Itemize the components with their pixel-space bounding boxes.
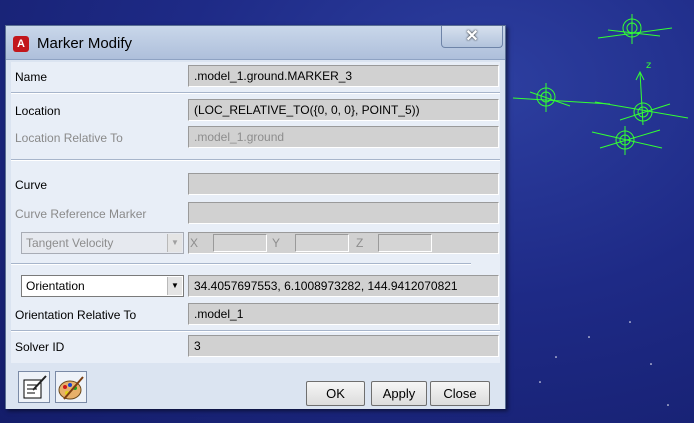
tangent-velocity-select[interactable]: Tangent Velocity ▼ bbox=[21, 232, 184, 254]
window-close-button[interactable]: ✕ bbox=[441, 26, 503, 48]
window-title: Marker Modify bbox=[37, 35, 133, 52]
palette-brush-icon bbox=[58, 376, 84, 400]
separator bbox=[11, 330, 500, 332]
tangent-velocity-value: Tangent Velocity bbox=[26, 236, 114, 250]
chevron-down-icon: ▼ bbox=[167, 277, 182, 295]
solver-id-field[interactable]: 3 bbox=[188, 335, 499, 357]
axis-z-label: z bbox=[646, 60, 651, 71]
ok-button[interactable]: OK bbox=[306, 381, 365, 406]
curve-reference-field[interactable] bbox=[188, 202, 499, 224]
separator bbox=[11, 92, 500, 94]
close-icon: ✕ bbox=[465, 28, 479, 45]
tangent-x-field[interactable] bbox=[213, 234, 267, 252]
marker-glyph-left bbox=[512, 83, 611, 112]
app-logo-icon: A bbox=[13, 36, 29, 52]
orientation-select[interactable]: Orientation ▼ bbox=[21, 275, 184, 297]
orientation-select-value: Orientation bbox=[26, 279, 85, 293]
orientation-relative-field[interactable]: .model_1 bbox=[188, 303, 499, 325]
marker-glyph-center bbox=[594, 70, 689, 126]
location-label: Location bbox=[15, 104, 61, 118]
y-label: Y bbox=[272, 236, 281, 250]
close-button[interactable]: Close bbox=[430, 381, 490, 406]
orientation-field[interactable]: 34.4057697553, 6.1008973282, 144.9412070… bbox=[188, 275, 499, 297]
location-relative-field[interactable]: .model_1.ground bbox=[188, 126, 499, 148]
name-field[interactable]: .model_1.ground.MARKER_3 bbox=[188, 65, 499, 87]
notepad-pen-icon bbox=[23, 375, 47, 399]
marker-glyph-top bbox=[597, 14, 673, 44]
x-label: X bbox=[190, 236, 199, 250]
name-label: Name bbox=[15, 70, 48, 84]
tangent-z-field[interactable] bbox=[378, 234, 432, 252]
form-panel: Name .model_1.ground.MARKER_3 Location (… bbox=[11, 62, 500, 363]
marker-glyph-lower bbox=[591, 126, 663, 155]
location-relative-label: Location Relative To bbox=[15, 131, 123, 145]
marker-modify-dialog: A Marker Modify ✕ Name .model_1.ground.M… bbox=[5, 25, 506, 409]
separator bbox=[11, 263, 471, 265]
separator bbox=[11, 159, 500, 161]
orientation-relative-label: Orientation Relative To bbox=[15, 308, 137, 322]
apply-button[interactable]: Apply bbox=[371, 381, 427, 406]
chevron-down-icon: ▼ bbox=[167, 234, 182, 252]
curve-label: Curve bbox=[15, 178, 48, 192]
tangent-y-field[interactable] bbox=[295, 234, 349, 252]
location-field[interactable]: (LOC_RELATIVE_TO({0, 0, 0}, POINT_5)) bbox=[188, 99, 499, 121]
button-bar: OK Apply Close bbox=[6, 363, 505, 409]
solver-id-label: Solver ID bbox=[15, 340, 65, 354]
curve-field[interactable] bbox=[188, 173, 499, 195]
z-label: Z bbox=[356, 236, 364, 250]
curve-reference-label: Curve Reference Marker bbox=[15, 207, 147, 221]
appearance-button[interactable] bbox=[55, 371, 87, 403]
edit-comment-button[interactable] bbox=[18, 371, 50, 403]
title-bar[interactable]: A Marker Modify ✕ bbox=[6, 26, 505, 60]
